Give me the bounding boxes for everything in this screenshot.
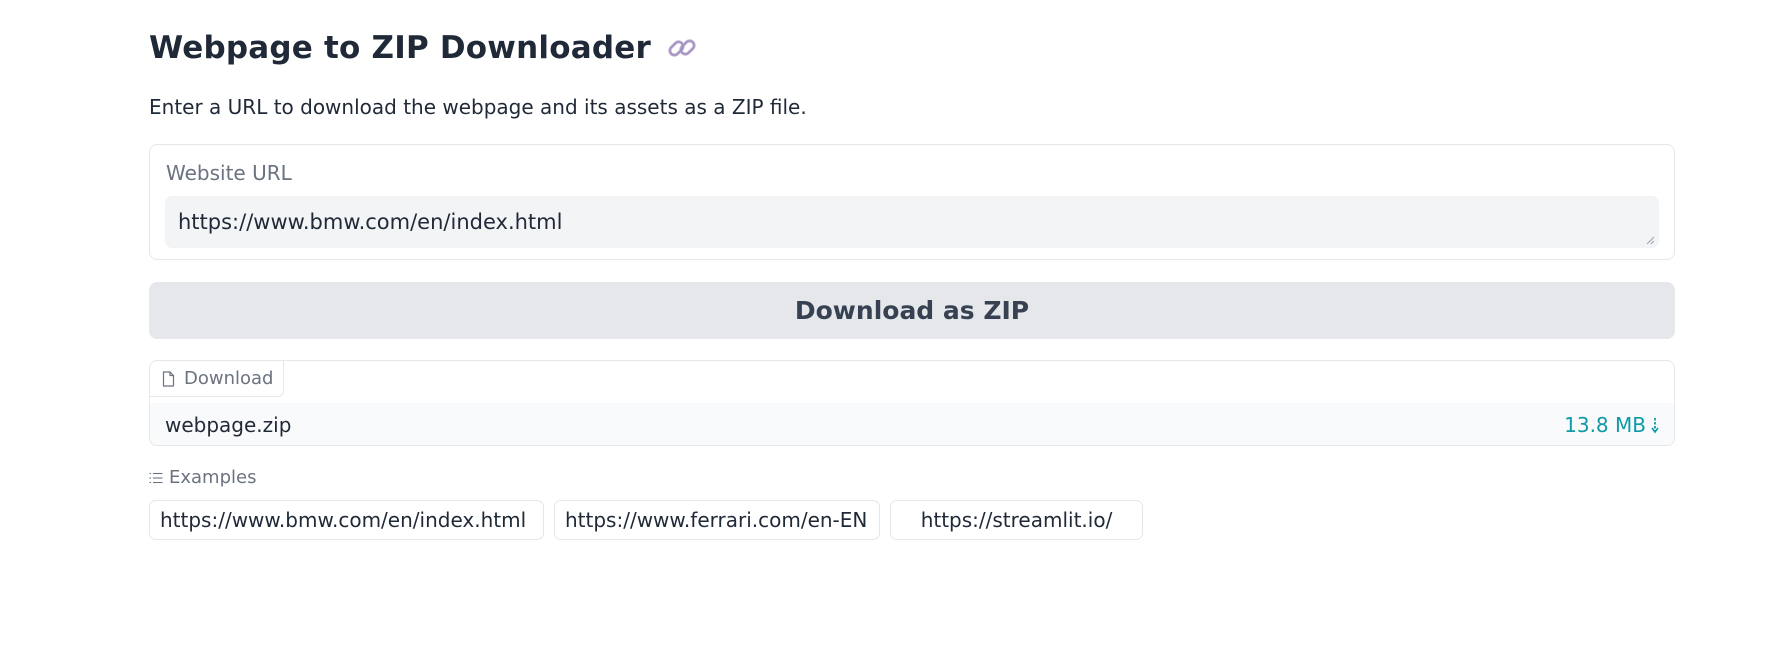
url-field-panel: Website URL https://www.bmw.com/en/index… [149, 144, 1675, 260]
download-arrow-icon[interactable] [1650, 416, 1660, 434]
file-icon [162, 370, 175, 387]
file-size: 13.8 MB [1564, 412, 1646, 437]
page-title: Webpage to ZIP Downloader [149, 30, 651, 66]
url-field-label: Website URL [166, 161, 292, 185]
example-button-streamlit[interactable]: https://streamlit.io/ [890, 500, 1143, 540]
url-input-value: https://www.bmw.com/en/index.html [178, 210, 563, 234]
example-button-ferrari[interactable]: https://www.ferrari.com/en-EN [554, 500, 880, 540]
examples-label: Examples [169, 467, 257, 488]
resize-handle-icon[interactable] [1645, 235, 1655, 245]
example-button-bmw[interactable]: https://www.bmw.com/en/index.html [149, 500, 544, 540]
link-icon [665, 31, 699, 65]
examples-header: Examples [149, 467, 256, 488]
download-output-panel: Download webpage.zip 13.8 MB [149, 360, 1675, 446]
url-input[interactable]: https://www.bmw.com/en/index.html [165, 196, 1659, 248]
download-zip-button[interactable]: Download as ZIP [149, 282, 1675, 339]
download-file-row[interactable]: webpage.zip 13.8 MB [150, 403, 1674, 445]
examples-list: https://www.bmw.com/en/index.html https:… [149, 500, 1143, 540]
page-description: Enter a URL to download the webpage and … [149, 95, 807, 119]
download-tab: Download [150, 361, 285, 397]
header: Webpage to ZIP Downloader [149, 30, 699, 66]
download-tab-label: Download [184, 368, 274, 389]
list-icon [149, 472, 163, 483]
file-size-link[interactable]: 13.8 MB [1564, 413, 1660, 437]
file-name: webpage.zip [165, 412, 292, 437]
